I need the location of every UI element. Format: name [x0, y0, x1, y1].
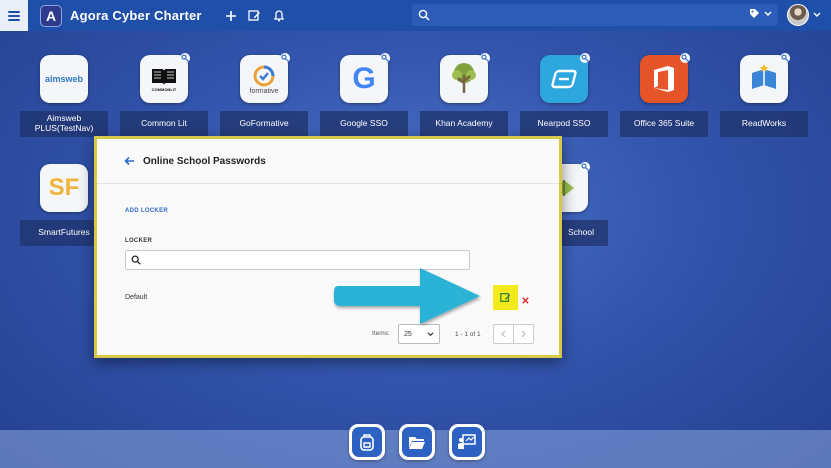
key-badge-icon [780, 53, 790, 63]
smartfutures-logo-text: SF [48, 174, 80, 201]
top-actions [224, 9, 286, 23]
app-title: Agora Cyber Charter [70, 8, 202, 23]
logo-letter: A [45, 7, 57, 24]
edit-icon [500, 293, 511, 302]
chevron-left-icon [501, 330, 506, 338]
app-tile-khan-academy[interactable]: Khan Academy [414, 53, 514, 137]
google-icon: G [340, 53, 390, 103]
app-label: Common Lit [120, 111, 208, 137]
locker-label: LOCKER [125, 238, 153, 244]
delete-locker-button[interactable] [521, 292, 531, 304]
search-icon [131, 255, 141, 265]
app-label: Google SSO [320, 111, 408, 137]
key-badge-icon [380, 53, 390, 63]
key-badge-icon [580, 53, 590, 63]
add-locker-link[interactable]: ADD LOCKER [125, 208, 168, 214]
formative-icon: formative [240, 53, 290, 103]
prev-page-button[interactable] [494, 325, 514, 343]
khan-tree-icon [440, 53, 490, 103]
locker-row-name: Default [125, 294, 148, 301]
app-tile-google-sso[interactable]: G Google SSO [314, 53, 414, 137]
items-per-page-value: 25 [404, 330, 412, 338]
app-tile-commonlit[interactable]: COMMONLIT Common Lit [114, 53, 214, 137]
user-menu[interactable] [787, 4, 821, 26]
tag-icon [750, 9, 759, 18]
app-label: Aimsweb PLUS(TestNav) [20, 111, 108, 137]
presentation-icon [458, 434, 476, 449]
chevron-down-icon [427, 331, 434, 336]
app-tile-office-365[interactable]: Office 365 Suite [614, 53, 714, 137]
dock-backpack-button[interactable] [349, 424, 385, 460]
app-label: Khan Academy [420, 111, 508, 137]
dock-folder-button[interactable] [399, 424, 435, 460]
google-logo-text: G [352, 62, 376, 95]
edit-locker-button[interactable] [493, 285, 518, 310]
chevron-down-icon [764, 11, 772, 16]
key-badge-icon [480, 53, 490, 63]
top-bar: A Agora Cyber Charter [0, 0, 831, 31]
app-label: Office 365 Suite [620, 111, 708, 137]
app-tile-nearpod[interactable]: Nearpod SSO [514, 53, 614, 137]
global-search[interactable] [412, 4, 778, 26]
formative-logo-text: formative [249, 87, 279, 95]
items-per-page-select[interactable]: 25 [398, 324, 440, 344]
key-badge-icon [680, 53, 690, 63]
app-label: ReadWorks [720, 111, 808, 137]
next-page-button[interactable] [514, 325, 533, 343]
modal-header: Online School Passwords [97, 139, 559, 184]
plus-icon[interactable] [224, 9, 238, 23]
commonlit-book-icon: COMMONLIT [140, 53, 190, 103]
key-badge-icon [180, 53, 190, 63]
avatar [787, 4, 809, 26]
tag-filter-dropdown[interactable] [749, 8, 772, 19]
callout-arrow-icon [334, 268, 480, 324]
key-badge-icon [580, 162, 590, 172]
edit-icon[interactable] [248, 9, 262, 23]
page-count: 1 - 1 of 1 [455, 331, 481, 338]
folder-open-icon [409, 436, 425, 449]
key-badge-icon [280, 53, 290, 63]
app-tile-readworks[interactable]: ReadWorks [714, 53, 814, 137]
search-icon [418, 9, 430, 21]
bell-icon[interactable] [272, 9, 286, 23]
backpack-icon [360, 434, 374, 451]
chevron-right-icon [521, 330, 526, 338]
items-per-page-label: Items: [372, 330, 390, 337]
back-arrow-icon[interactable] [124, 156, 135, 166]
app-label: GoFormative [220, 111, 308, 137]
dock-presentation-button[interactable] [449, 424, 485, 460]
app-tile-goformative[interactable]: formative GoFormative [214, 53, 314, 137]
aimsweb-icon: aimsweb [40, 55, 88, 103]
office-icon [640, 53, 690, 103]
chevron-down-icon [813, 12, 821, 17]
readworks-icon [740, 53, 790, 103]
app-tile-aimsweb[interactable]: aimsweb Aimsweb PLUS(TestNav) [14, 55, 114, 137]
menu-button[interactable] [0, 0, 28, 31]
modal-title: Online School Passwords [143, 155, 266, 167]
online-school-passwords-modal: Online School Passwords ADD LOCKER LOCKE… [94, 136, 562, 358]
aimsweb-logo-text: aimsweb [44, 74, 84, 84]
nearpod-icon [540, 53, 590, 103]
close-icon [522, 297, 529, 304]
smartfutures-icon: SF [40, 164, 88, 212]
commonlit-logo-text: COMMONLIT [151, 86, 177, 92]
pagination [493, 324, 534, 344]
agora-logo[interactable]: A [40, 4, 62, 27]
hamburger-icon [8, 10, 20, 21]
app-label: Nearpod SSO [520, 111, 608, 137]
